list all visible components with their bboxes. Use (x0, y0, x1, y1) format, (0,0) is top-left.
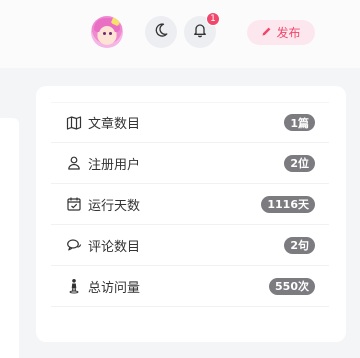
stat-row-visits: 总访问量 550次 (51, 266, 329, 307)
stat-value-badge: 1篇 (284, 114, 315, 131)
theme-toggle-button[interactable] (145, 16, 177, 48)
left-content-panel (0, 118, 19, 358)
stat-row-articles: 文章数目 1篇 (51, 102, 329, 143)
notification-badge: 1 (206, 12, 220, 26)
moon-icon (153, 22, 169, 42)
map-icon (65, 114, 83, 132)
visitor-icon (65, 277, 83, 295)
stat-row-users: 注册用户 2位 (51, 143, 329, 184)
stat-value-badge: 2位 (284, 154, 315, 172)
stat-row-comments: 评论数目 2句 (51, 225, 329, 266)
pencil-icon (261, 26, 272, 40)
stat-label: 文章数目 (88, 117, 141, 132)
stat-row-running-days: 运行天数 1116天 (51, 184, 329, 225)
calendar-icon (65, 195, 83, 213)
stat-label: 运行天数 (88, 198, 141, 214)
stat-value-badge: 1116天 (261, 195, 315, 213)
comment-icon (65, 236, 83, 254)
bell-icon (192, 22, 208, 42)
site-stats-list: 文章数目 1篇 注册用户 2位 运行天数 1116天 评论数目 2句 总访问量 … (51, 102, 329, 307)
stat-value-badge: 550次 (269, 277, 315, 295)
user-icon (65, 154, 83, 172)
stat-label: 评论数目 (88, 239, 141, 255)
stat-label: 总访问量 (88, 280, 141, 296)
stat-label: 注册用户 (88, 157, 141, 173)
publish-button[interactable]: 发布 (247, 20, 315, 45)
top-bar: 1 发布 (0, 0, 360, 68)
avatar[interactable] (91, 16, 123, 48)
publish-label: 发布 (276, 26, 301, 40)
stat-value-badge: 2句 (284, 236, 315, 254)
